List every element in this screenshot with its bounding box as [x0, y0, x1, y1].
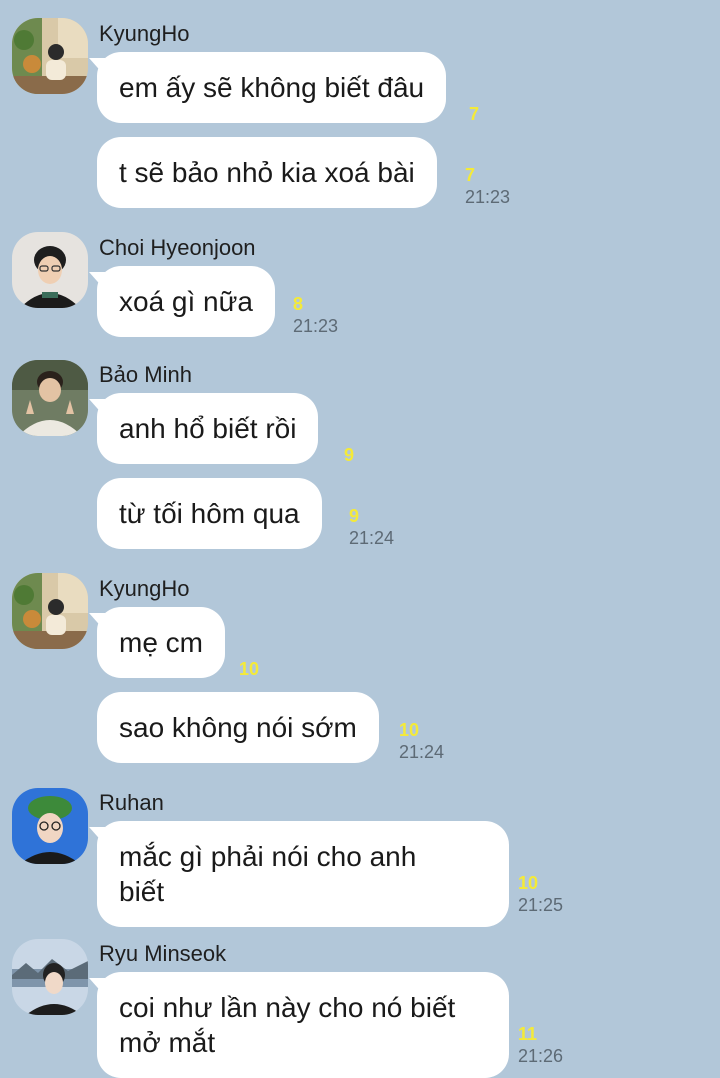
message-text: sao không nói sớm: [119, 712, 357, 743]
profile-photo-icon: [12, 360, 88, 436]
message-text-line: coi như lần này cho nó biết: [119, 992, 456, 1023]
message-time: 21:24: [399, 742, 445, 762]
unread-count: 10: [239, 659, 260, 679]
message-time: 21:24: [349, 528, 395, 548]
message-bubble[interactable]: t sẽ bảo nhỏ kia xoá bài: [97, 137, 437, 208]
unread-count: 9: [349, 506, 360, 526]
message-meta: 9: [344, 444, 354, 466]
unread-count: 10: [399, 720, 420, 740]
message-text: mẹ cm: [119, 627, 203, 658]
avatar[interactable]: [12, 573, 88, 649]
message-bubble[interactable]: xoá gì nữa: [89, 266, 275, 337]
message-time: 21:23: [293, 316, 339, 336]
message-bubble[interactable]: mắc gì phải nói cho anh biết: [89, 821, 509, 927]
message-meta: 8 21:23: [293, 293, 338, 337]
message-meta: 11 21:26: [518, 1023, 563, 1067]
message-text: t sẽ bảo nhỏ kia xoá bài: [119, 157, 415, 188]
profile-photo-icon: [12, 232, 88, 308]
message-meta: 10: [239, 658, 259, 680]
message-text: anh hổ biết rồi: [119, 413, 297, 444]
avatar[interactable]: [12, 788, 88, 864]
message-time: 21:25: [518, 895, 564, 915]
sender-name: Bảo Minh: [99, 362, 192, 387]
unread-count: 10: [518, 873, 539, 893]
unread-count: 9: [344, 445, 355, 465]
message-text-line: mở mắt: [119, 1027, 216, 1058]
sender-name: Ruhan: [99, 790, 164, 815]
sender-name: KyungHo: [99, 576, 190, 601]
unread-count: 7: [469, 104, 480, 124]
unread-count: 11: [518, 1024, 538, 1044]
message-time: 21:23: [465, 187, 511, 207]
profile-photo-icon: [12, 573, 88, 649]
profile-photo-icon: [12, 788, 88, 864]
profile-photo-icon: [12, 939, 88, 1015]
avatar[interactable]: [12, 18, 88, 94]
chat-area[interactable]: KyungHo em ấy sẽ không biết đâu 7 t sẽ b…: [0, 0, 720, 1078]
message-bubble[interactable]: sao không nói sớm: [97, 692, 379, 763]
message-meta: 7: [469, 103, 479, 125]
unread-count: 8: [293, 294, 304, 314]
avatar[interactable]: [12, 939, 88, 1015]
message-meta: 9 21:24: [349, 505, 394, 549]
message-text-line: mắc gì phải nói cho anh: [119, 841, 417, 872]
message-bubble[interactable]: em ấy sẽ không biết đâu: [88, 52, 447, 123]
message-text: xoá gì nữa: [119, 286, 253, 317]
message-bubble[interactable]: từ tối hôm qua: [97, 478, 322, 549]
message-time: 21:26: [518, 1046, 564, 1066]
sender-name: Ryu Minseok: [99, 941, 227, 966]
avatar[interactable]: [12, 360, 88, 436]
message-text-line: biết: [119, 876, 165, 907]
unread-count: 7: [465, 165, 476, 185]
message-bubble[interactable]: anh hổ biết rồi: [88, 393, 319, 464]
message-bubble[interactable]: mẹ cm: [89, 607, 225, 678]
message-text: em ấy sẽ không biết đâu: [119, 72, 425, 103]
profile-photo-icon: [12, 18, 88, 94]
avatar[interactable]: [12, 232, 88, 308]
message-meta: 10 21:24: [399, 719, 444, 763]
message-text: từ tối hôm qua: [119, 498, 300, 529]
message-meta: 10 21:25: [518, 872, 563, 916]
sender-name: KyungHo: [99, 21, 190, 46]
sender-name: Choi Hyeonjoon: [99, 235, 256, 260]
message-bubble[interactable]: coi như lần này cho nó biết mở mắt: [89, 972, 509, 1078]
message-meta: 7 21:23: [465, 164, 510, 208]
